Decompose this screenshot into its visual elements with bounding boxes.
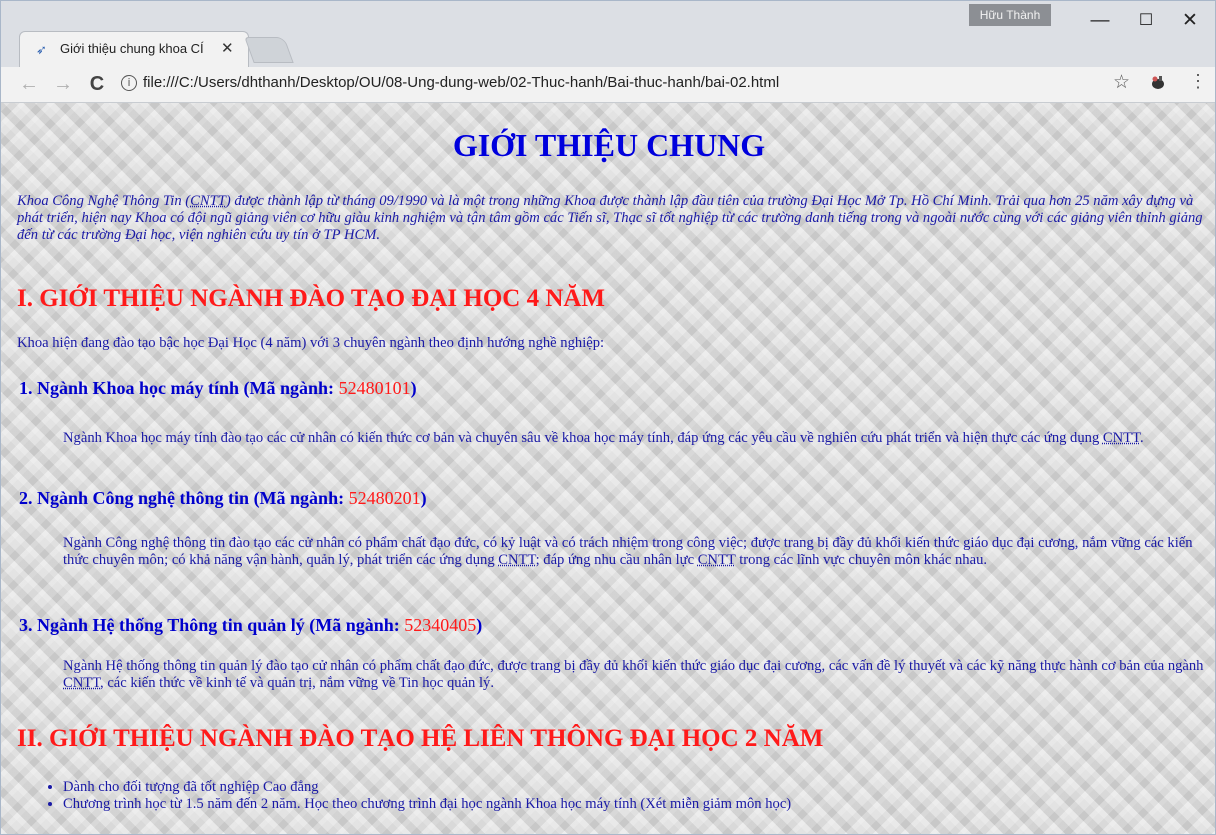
- minimize-button[interactable]: —: [1077, 6, 1123, 36]
- major-3-code: 52340405: [404, 615, 477, 635]
- major-2-paren: ): [420, 488, 427, 508]
- major-2-description: Ngành Công nghệ thông tin đào tạo các cử…: [63, 535, 1208, 569]
- address-bar[interactable]: file:///C:/Users/dhthanh/Desktop/OU/08-U…: [143, 74, 779, 91]
- major-3-heading-text: 3. Ngành Hệ thống Thông tin quản lý (Mã …: [19, 615, 405, 635]
- major-1-heading-text: 1. Ngành Khoa học máy tính (Mã ngành:: [19, 378, 339, 398]
- browser-toolbar: ← → C i file:///C:/Users/dhthanh/Desktop…: [1, 67, 1215, 103]
- section-1-heading: I. GIỚI THIỆU NGÀNH ĐÀO TẠO ĐẠI HỌC 4 NĂ…: [17, 285, 606, 312]
- tab-title: Giới thiệu chung khoa CÍ: [60, 41, 204, 56]
- major-3-desc-b: , các kiến thức về kinh tế và quản trị, …: [100, 675, 494, 691]
- abbr-cntt: CNTT: [190, 193, 226, 209]
- intro-paragraph: Khoa Công Nghệ Thông Tin (CNTT) được thà…: [17, 193, 1207, 244]
- major-3-heading: 3. Ngành Hệ thống Thông tin quản lý (Mã …: [19, 615, 482, 636]
- page-title: GIỚI THIỆU CHUNG: [452, 127, 766, 163]
- major-2-heading: 2. Ngành Công nghệ thông tin (Mã ngành: …: [19, 488, 427, 509]
- abbr-cntt: CNTT: [63, 675, 101, 691]
- close-window-button[interactable]: ✕: [1167, 6, 1213, 36]
- browser-window: ➶ Giới thiệu chung khoa CÍ ✕ Hữu Thành —…: [0, 0, 1216, 835]
- major-2-heading-text: 2. Ngành Công nghệ thông tin (Mã ngành:: [19, 488, 349, 508]
- profile-badge[interactable]: Hữu Thành: [969, 4, 1051, 26]
- title-bar: ➶ Giới thiệu chung khoa CÍ ✕ Hữu Thành —…: [1, 1, 1215, 67]
- forward-button[interactable]: →: [51, 72, 75, 96]
- major-3-description: Ngành Hệ thống thông tin quản lý đào tạo…: [63, 658, 1208, 692]
- list-item: Chương trình học từ 1.5 năm đến 2 năm. H…: [63, 796, 791, 813]
- major-2-desc-b: ; đáp ứng nhu cầu nhân lực: [535, 552, 698, 568]
- major-1-desc-b: .: [1139, 430, 1144, 446]
- extension-icon[interactable]: [1149, 73, 1167, 96]
- tab-close-icon[interactable]: ✕: [221, 39, 234, 57]
- major-3-desc-a: Ngành Hệ thống thông tin quản lý đào tạo…: [63, 658, 1204, 674]
- list-item: Dành cho đối tượng đã tốt nghiệp Cao đẳn…: [63, 779, 791, 796]
- section-2-heading: II. GIỚI THIỆU NGÀNH ĐÀO TẠO HỆ LIÊN THÔ…: [17, 725, 824, 752]
- major-1-paren: ): [410, 378, 417, 398]
- intro-text-a: Khoa Công Nghệ Thông Tin (: [17, 193, 191, 209]
- maximize-button[interactable]: ☐: [1123, 6, 1169, 36]
- browser-menu-icon[interactable]: ⋮: [1189, 71, 1207, 92]
- abbr-cntt: CNTT: [1102, 430, 1140, 446]
- major-1-desc-a: Ngành Khoa học máy tính đào tạo các cử n…: [63, 430, 1103, 446]
- abbr-cntt: CNTT: [498, 552, 536, 568]
- info-icon[interactable]: i: [121, 75, 137, 91]
- major-2-code: 52480201: [348, 488, 421, 508]
- reload-button[interactable]: C: [85, 72, 109, 96]
- major-2-desc-c: trong các lĩnh vực chuyên môn khác nhau.: [735, 552, 988, 568]
- page-content: GIỚI THIỆU CHUNG Khoa Công Nghệ Thông Ti…: [1, 103, 1215, 834]
- bookmark-star-icon[interactable]: ☆: [1113, 71, 1130, 94]
- new-tab-button[interactable]: [244, 37, 294, 63]
- back-button[interactable]: ←: [17, 72, 41, 96]
- abbr-cntt: CNTT: [697, 552, 736, 568]
- section-1-lead: Khoa hiện đang đào tạo bậc học Đại Học (…: [17, 335, 605, 351]
- page-favicon-icon: ➶: [36, 42, 47, 57]
- major-3-paren: ): [476, 615, 483, 635]
- major-1-description: Ngành Khoa học máy tính đào tạo các cử n…: [63, 430, 1208, 447]
- major-1-code: 52480101: [338, 378, 411, 398]
- major-1-heading: 1. Ngành Khoa học máy tính (Mã ngành: 52…: [19, 378, 417, 399]
- section-2-list: Dành cho đối tượng đã tốt nghiệp Cao đẳn…: [19, 779, 791, 813]
- browser-tab[interactable]: ➶ Giới thiệu chung khoa CÍ ✕: [19, 31, 249, 67]
